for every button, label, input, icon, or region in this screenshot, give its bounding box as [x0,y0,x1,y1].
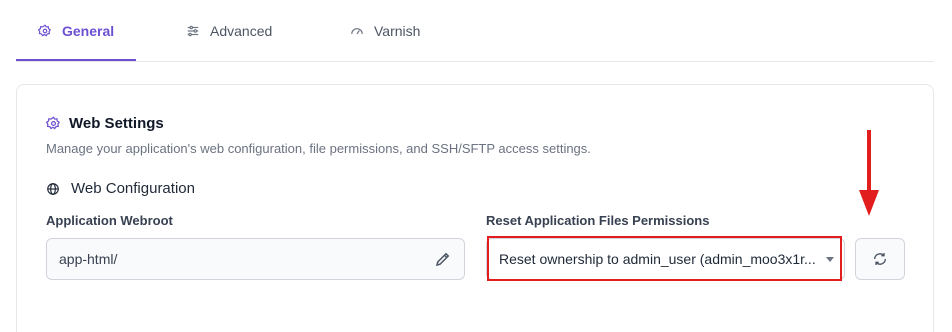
webroot-value: app-html/ [59,251,118,267]
settings-tabs: General Advanced Varnish [16,0,934,62]
web-settings-card: Web Settings Manage your application's w… [16,84,934,332]
annotation-highlight-box [487,236,842,281]
webroot-field[interactable]: app-html/ [46,238,465,280]
card-title-text: Web Settings [69,115,164,132]
tab-varnish-label: Varnish [374,22,421,39]
tab-general-label: General [62,22,115,39]
reset-permissions-button[interactable] [855,238,905,280]
section-title-text: Web Configuration [71,180,195,197]
tab-general[interactable]: General [38,0,114,61]
sliders-icon [187,25,199,36]
active-tab-indicator [16,59,136,61]
card-description: Manage your application's web configurat… [46,141,591,156]
globe-icon [47,182,59,195]
gear-icon [46,116,60,130]
speedometer-icon [351,27,363,34]
gear-icon [38,23,52,36]
webroot-label: Application Webroot [46,213,173,228]
annotation-arrow-icon [859,130,879,216]
card-title: Web Settings [46,115,164,132]
tab-advanced-label: Advanced [210,22,273,39]
refresh-icon [874,253,886,265]
section-title: Web Configuration [46,180,195,197]
reset-permissions-label: Reset Application Files Permissions [486,213,710,228]
tab-advanced[interactable]: Advanced [186,0,272,61]
pencil-icon[interactable] [434,250,452,268]
tab-varnish[interactable]: Varnish [350,0,420,61]
